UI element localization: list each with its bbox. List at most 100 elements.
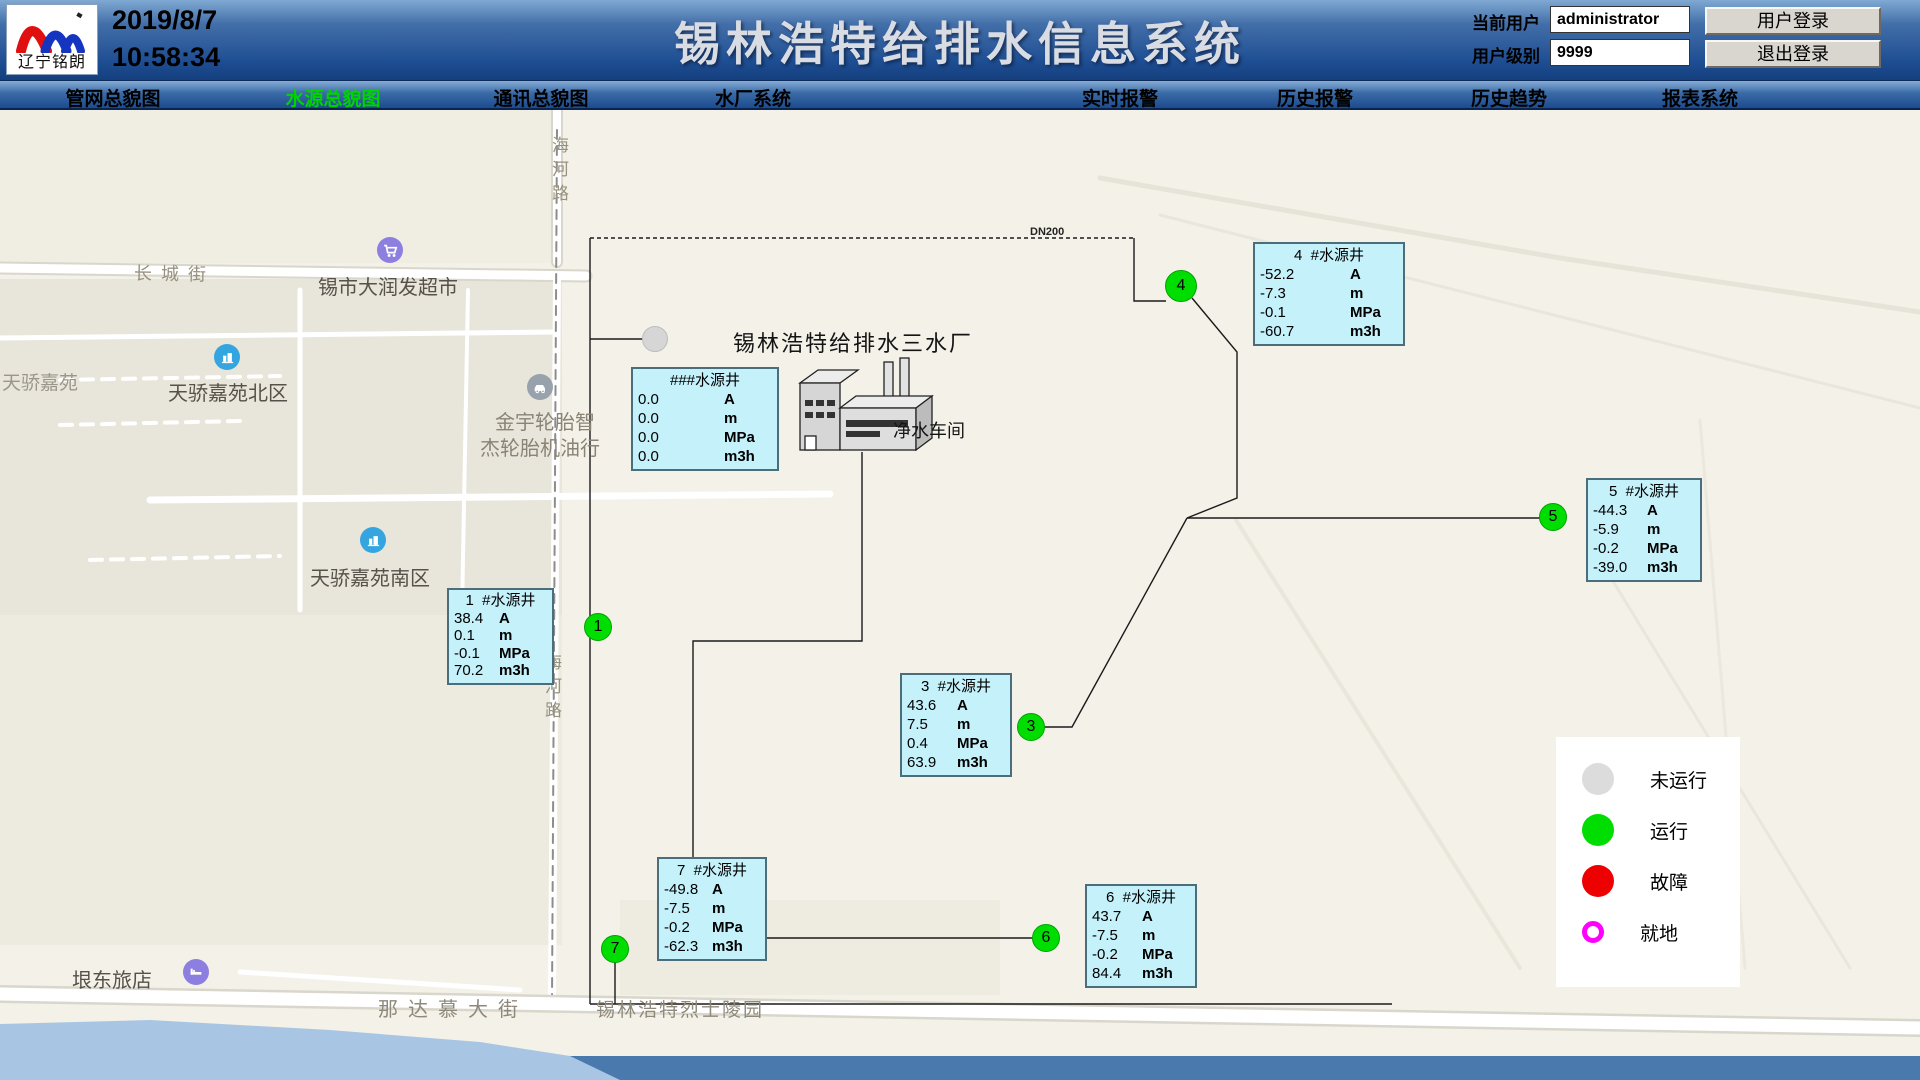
legend-row: 运行: [1582, 814, 1740, 846]
measurement-unit: m3h: [724, 447, 772, 466]
well-data-box-3: 3 #水源井 43.6A 7.5m 0.4MPa 63.9m3h: [900, 673, 1012, 777]
measurement-unit: MPa: [499, 645, 547, 663]
nav-item-realtime-alarm[interactable]: 实时报警: [1082, 84, 1158, 111]
measurement-unit: m: [1142, 926, 1190, 945]
nav-item-pipe-network-overview[interactable]: 管网总貌图: [65, 84, 160, 111]
measurement-unit: m3h: [712, 937, 760, 956]
legend-label: 运行: [1650, 817, 1688, 844]
measurement-unit: m: [957, 715, 1005, 734]
well-measurement-row: -0.1MPa: [454, 645, 547, 663]
map-blocks: [0, 110, 1000, 995]
legend-label: 未运行: [1650, 766, 1707, 793]
measurement-value: -44.3: [1593, 501, 1647, 520]
measurement-value: -5.9: [1593, 520, 1647, 539]
measurement-value: 0.0: [638, 447, 724, 466]
well-measurement-row: -49.8A: [664, 880, 760, 899]
measurement-unit: A: [499, 610, 547, 628]
measurement-value: 0.4: [907, 734, 957, 753]
legend-running-icon: [1582, 814, 1614, 846]
well-measurement-row: 63.9m3h: [907, 753, 1005, 772]
well-measurement-row: -0.1MPa: [1260, 303, 1398, 322]
user-level-field[interactable]: [1550, 39, 1690, 66]
current-user-label: 当前用户: [1472, 9, 1540, 34]
well-title: 3 #水源井: [907, 677, 1005, 696]
company-logo: 辽宁铭朗: [6, 4, 98, 75]
legend-row: 未运行: [1582, 763, 1740, 795]
measurement-value: 63.9: [907, 753, 957, 772]
well-marker-not-running[interactable]: [642, 326, 668, 352]
well-marker-7[interactable]: 7: [601, 935, 629, 963]
current-user-field[interactable]: [1550, 6, 1690, 33]
residence-north-building-icon: [214, 344, 240, 370]
measurement-value: -49.8: [664, 880, 712, 899]
well-measurement-row: 0.4MPa: [907, 734, 1005, 753]
well-measurement-row: 7.5m: [907, 715, 1005, 734]
measurement-value: -7.5: [1092, 926, 1142, 945]
street-label-haihe-road-north: 海河路: [546, 136, 571, 208]
nav-item-report-system[interactable]: 报表系统: [1662, 84, 1738, 111]
measurement-value: 0.0: [638, 428, 724, 447]
well-title: 5 #水源井: [1593, 482, 1695, 501]
well-measurement-row: 0.0MPa: [638, 428, 772, 447]
area-label-martyrs-cemetery: 锡林浩特烈士陵园: [596, 995, 764, 1022]
supermarket-cart-icon: [377, 237, 403, 263]
measurement-unit: MPa: [957, 734, 1005, 753]
well-measurement-row: 0.0A: [638, 390, 772, 409]
main-nav-bar: 管网总貌图 水源总貌图 通讯总貌图 水厂系统 实时报警 历史报警 历史趋势 报表…: [0, 80, 1920, 110]
well-data-box-1: 1 #水源井 38.4A 0.1m -0.1MPa 70.2m3h: [447, 588, 554, 685]
measurement-unit: m: [499, 627, 547, 645]
well-data-box-6: 6 #水源井 43.7A -7.5m -0.2MPa 84.4m3h: [1085, 884, 1197, 988]
well-measurement-row: -62.3m3h: [664, 937, 760, 956]
user-login-button[interactable]: 用户登录: [1705, 7, 1881, 35]
well-measurement-row: -44.3A: [1593, 501, 1695, 520]
legend-local-icon: [1582, 921, 1604, 943]
well-marker-3[interactable]: 3: [1017, 713, 1045, 741]
measurement-unit: m3h: [1350, 322, 1398, 341]
measurement-unit: m3h: [499, 662, 547, 680]
well-marker-1[interactable]: 1: [584, 613, 612, 641]
well-measurement-row: 84.4m3h: [1092, 964, 1190, 983]
nav-item-history-alarm[interactable]: 历史报警: [1277, 84, 1353, 111]
nav-item-history-trend[interactable]: 历史趋势: [1471, 84, 1547, 111]
logout-button[interactable]: 退出登录: [1705, 40, 1881, 68]
well-measurement-row: -0.2MPa: [664, 918, 760, 937]
poi-label-tianjiao-south: 天骄嘉苑南区: [310, 562, 430, 591]
measurement-value: -0.2: [1593, 539, 1647, 558]
well-measurement-row: 0.0m3h: [638, 447, 772, 466]
header-bar: 辽宁铭朗 2019/8/7 10:58:34 锡林浩特给排水信息系统 当前用户 …: [0, 0, 1920, 80]
measurement-value: -0.1: [454, 645, 499, 663]
measurement-value: 0.0: [638, 390, 724, 409]
page-title: 锡林浩特给排水信息系统: [674, 8, 1246, 74]
water-source-map: 长城街 海河路 海河路 那达慕大街 锡林浩特烈士陵园 锡市大润发超市 天骄嘉苑 …: [0, 110, 1920, 1080]
current-date: 2019/8/7: [112, 2, 220, 39]
nav-item-communication-overview[interactable]: 通讯总貌图: [493, 84, 588, 111]
measurement-unit: m: [1350, 284, 1398, 303]
measurement-value: -7.3: [1260, 284, 1350, 303]
well-measurement-row: -5.9m: [1593, 520, 1695, 539]
well-title: ###水源井: [638, 371, 772, 390]
nav-item-water-source-overview[interactable]: 水源总貌图: [285, 84, 380, 111]
well-title: 1 #水源井: [454, 592, 547, 610]
well-marker-5[interactable]: 5: [1539, 503, 1567, 531]
well-measurement-row: -7.3m: [1260, 284, 1398, 303]
measurement-unit: MPa: [1142, 945, 1190, 964]
well-measurement-row: -7.5m: [664, 899, 760, 918]
measurement-unit: MPa: [712, 918, 760, 937]
measurement-value: 38.4: [454, 610, 499, 628]
well-marker-4[interactable]: 4: [1165, 270, 1197, 302]
well-marker-6[interactable]: 6: [1032, 924, 1060, 952]
plant-title: 锡林浩特给排水三水厂: [733, 326, 973, 358]
pipe-diameter-label: DN200: [1030, 226, 1064, 238]
measurement-value: -39.0: [1593, 558, 1647, 577]
well-measurement-row: -52.2A: [1260, 265, 1398, 284]
nav-item-water-plant-system[interactable]: 水厂系统: [715, 84, 791, 111]
street-label-changcheng: 长城街: [134, 259, 215, 286]
legend-label: 故障: [1650, 868, 1688, 895]
well-measurement-row: 0.0m: [638, 409, 772, 428]
well-measurement-row: -60.7m3h: [1260, 322, 1398, 341]
workshop-label: 净水车间: [893, 417, 965, 443]
measurement-unit: m: [1647, 520, 1695, 539]
measurement-value: -0.2: [664, 918, 712, 937]
tire-shop-car-icon: [527, 374, 553, 400]
poi-label-supermarket: 锡市大润发超市: [318, 271, 458, 300]
